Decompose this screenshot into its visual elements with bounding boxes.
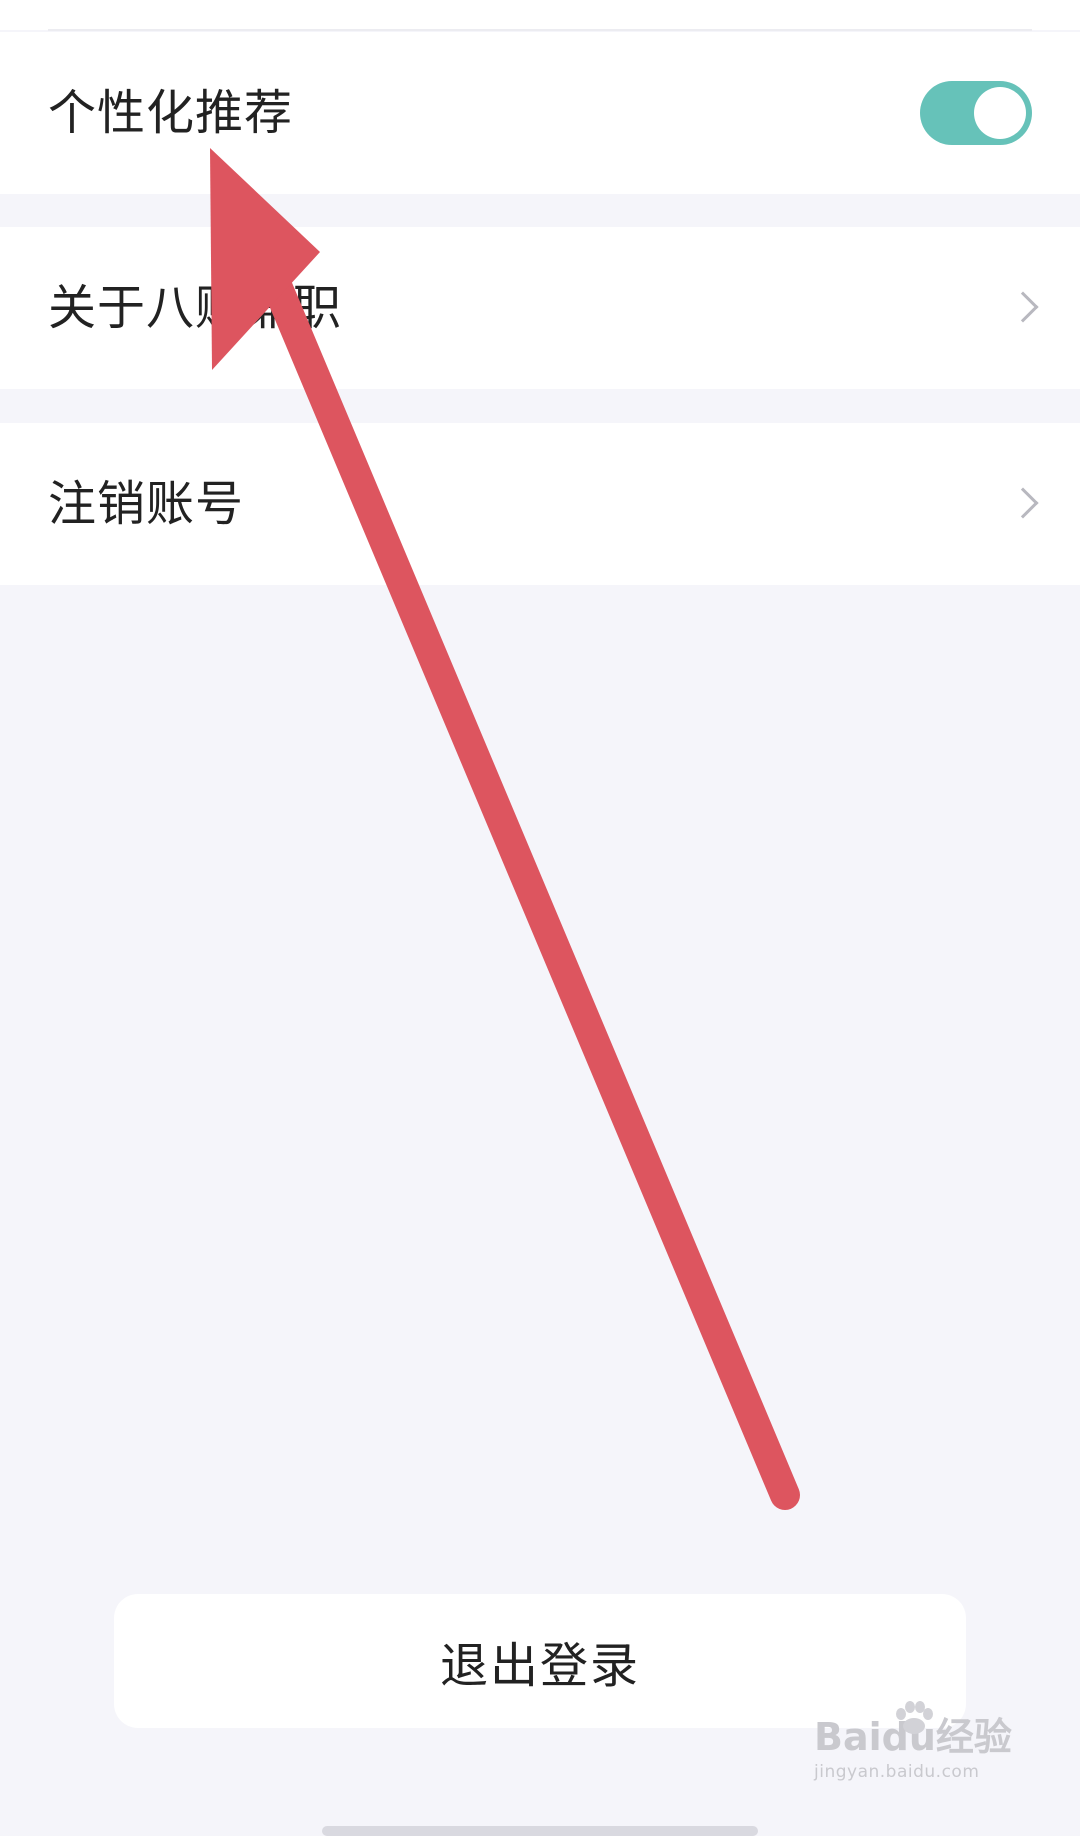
personalized-recommendation-toggle[interactable]: [920, 81, 1032, 145]
personalized-recommendation-row: 个性化推荐: [0, 32, 1080, 194]
about-app-label: 关于八赚兼职: [48, 280, 343, 336]
home-indicator: [322, 1826, 758, 1836]
personalized-recommendation-label: 个性化推荐: [48, 85, 294, 141]
watermark-url: jingyan.baidu.com: [814, 1762, 980, 1782]
baidu-jingyan-watermark: Baidu经验 jingyan.baidu.com: [814, 1701, 1022, 1818]
logout-button[interactable]: 退出登录: [114, 1594, 966, 1728]
cancel-account-label: 注销账号: [48, 476, 245, 532]
about-app-row[interactable]: 关于八赚兼职: [0, 227, 1080, 389]
paw-icon: [896, 1701, 933, 1734]
logout-label: 退出登录: [439, 1638, 640, 1694]
chevron-right-icon: [1007, 291, 1039, 323]
top-strip: [0, 0, 1080, 30]
chevron-right-icon: [1007, 487, 1039, 519]
toggle-knob: [974, 87, 1026, 139]
divider: [48, 29, 1032, 31]
cancel-account-row[interactable]: 注销账号: [0, 423, 1080, 585]
